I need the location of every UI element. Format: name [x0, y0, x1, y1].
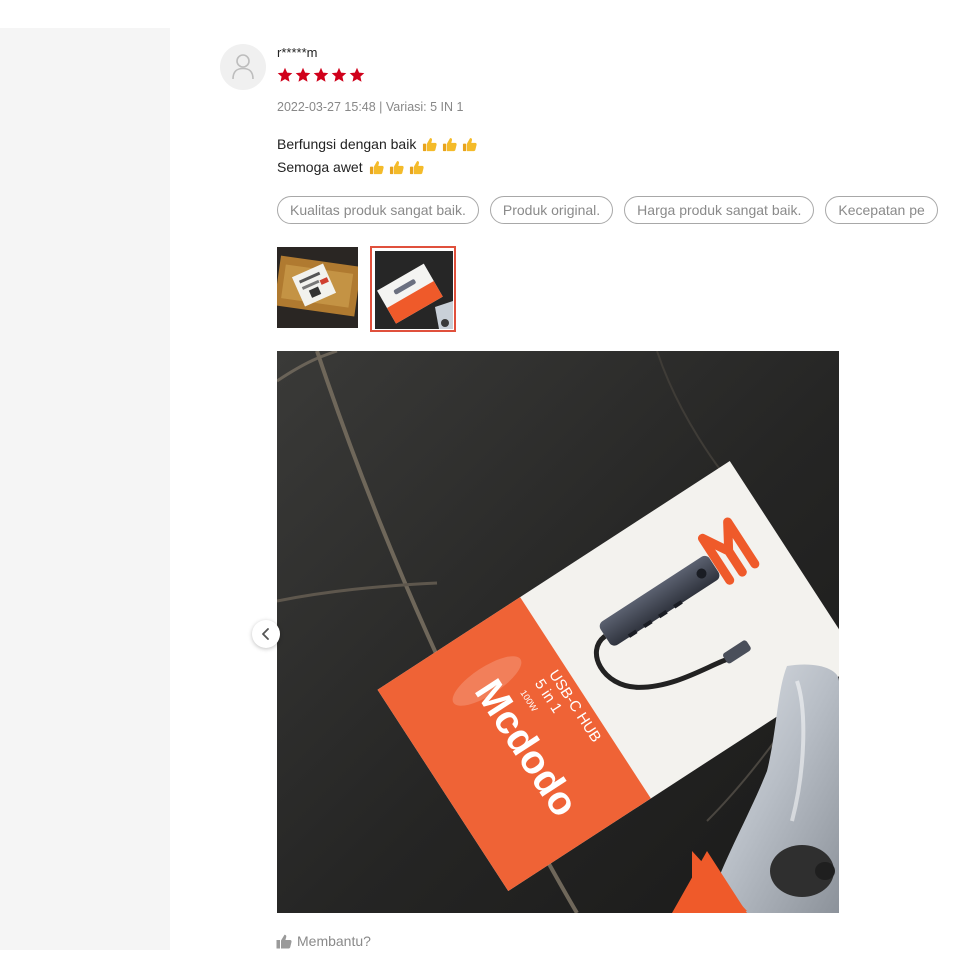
thumbs-up-emoji	[369, 161, 384, 175]
carousel-prev-button[interactable]	[252, 620, 280, 648]
review-meta: 2022-03-27 15:48 | Variasi: 5 IN 1	[277, 100, 464, 114]
user-icon	[232, 54, 254, 80]
review-tag[interactable]: Kecepatan pe	[825, 196, 938, 224]
review-content: r*****m 2022-03-27 15:48 | Variasi: 5 IN…	[277, 44, 980, 332]
star-icon	[349, 67, 365, 82]
left-panel	[0, 28, 170, 950]
star-icon	[295, 67, 311, 82]
review-text-line: Berfungsi dengan baik	[277, 133, 980, 156]
thumbs-up-emoji	[389, 161, 404, 175]
review-text-content: Semoga awet	[277, 159, 363, 175]
review-tag[interactable]: Produk original.	[489, 196, 614, 224]
thumbnail-1[interactable]	[277, 247, 358, 328]
thumbs-up-emoji	[409, 161, 424, 175]
chevron-left-icon	[262, 628, 269, 640]
reviewer-username: r*****m	[277, 45, 318, 60]
thumbs-up-emoji	[423, 138, 437, 152]
emoji-group	[422, 137, 477, 152]
main-review-photo: Mcdodo 5 in 1 USB-C HUB 100W	[277, 351, 839, 913]
review-tag[interactable]: Harga produk sangat baik.	[624, 196, 815, 224]
review-tag[interactable]: Kualitas produk sangat baik.	[277, 196, 479, 224]
review-tags: Kualitas produk sangat baik. Produk origi…	[277, 196, 980, 224]
thumbs-up-emoji	[443, 138, 457, 152]
thumbnail-2-selected[interactable]	[370, 246, 456, 332]
thumbs-up-icon	[276, 934, 292, 948]
star-icon	[331, 67, 347, 82]
emoji-group	[369, 160, 424, 175]
review-text-content: Berfungsi dengan baik	[277, 136, 417, 152]
photo-thumbnails	[277, 246, 980, 332]
review-text: Berfungsi dengan baik Semoga awet	[277, 133, 980, 179]
avatar	[220, 44, 266, 90]
review-text-line: Semoga awet	[277, 156, 980, 179]
star-icon	[313, 67, 329, 82]
thumbs-up-emoji	[463, 138, 477, 152]
helpful-button[interactable]: Membantu?	[276, 933, 371, 949]
star-icon	[277, 67, 293, 82]
helpful-label: Membantu?	[297, 933, 371, 949]
rating-stars	[277, 67, 980, 83]
